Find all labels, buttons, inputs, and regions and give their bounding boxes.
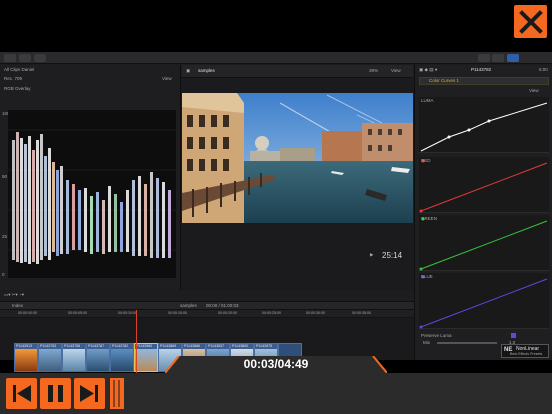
scope-clip-label: All Clips Daniel [4,67,35,72]
blue-curve-box[interactable]: BLUE [419,273,549,329]
ruler-tick-7: 00:00:35:00 [352,311,371,315]
scope-rec-label: Rec. 709 [4,76,23,81]
index-button[interactable]: Index [12,303,23,309]
timeline-header: Index samples 00:00 / 01:00:03 [0,301,414,310]
green-curve-box[interactable]: GREEN [419,215,549,271]
scope-scale-0: 0 [2,272,5,277]
import-button[interactable] [4,54,16,62]
red-curve [419,159,548,213]
color-inspector-panel: ▣ ◆ ▤ ● P1143782 5:00 Color Curves 1 Vie… [414,65,552,360]
skip-back-icon [13,385,31,402]
blue-curve [419,275,548,329]
inspector-view-menu[interactable]: View [529,88,539,94]
skip-back-button[interactable] [6,378,37,409]
playback-timecode: 00:03/04:49 [243,357,309,371]
ruler-tick-0: 00:00:00:00 [18,311,37,315]
ruler-tick-3: 00:00:15:00 [168,311,187,315]
timeline-ruler[interactable]: 00:00:00:00 00:00:05:00 00:00:10:00 00:0… [0,310,414,318]
ruler-tick-4: 00:00:20:00 [218,311,237,315]
waveform-display [8,110,176,278]
viewer-video-frame[interactable] [182,93,413,223]
red-curve-box[interactable]: RED [419,157,549,213]
nonlinear-badge: NonLinear Best Effects Presets NE [501,344,549,358]
preserve-luma-checkbox[interactable] [511,333,516,338]
blue-label: BLUE [421,274,433,279]
timeline-sequence-name: samples [180,303,197,308]
timeline-clip[interactable]: P1143913 [14,343,38,372]
luma-curve-box[interactable]: LUMA [419,97,549,153]
badge-logo-icon: NE [504,347,513,353]
timeline-tools-icons[interactable]: ▭▾ ✂▾ ◔▾ [4,292,24,298]
ruler-tick-5: 00:00:25:00 [262,311,281,315]
scope-scale-50: 50 [2,174,8,179]
ruler-tick-2: 00:00:10:00 [118,311,137,315]
keyword-button[interactable] [19,54,31,62]
share-button[interactable] [34,54,46,62]
inspector-toggle-button[interactable] [507,54,519,62]
timeline-clip[interactable]: P1143782 [110,343,134,372]
effect-name: Color Curves 1 [429,78,460,83]
timeline-position: 00:00 / 01:00:03 [206,303,239,308]
venice-canal-image [182,93,413,223]
ruler-tick-1: 00:00:05:00 [68,311,87,315]
pause-button[interactable] [40,378,71,409]
viewer-header: ▣ samples 39% View [182,65,413,78]
skip-forward-button[interactable] [74,378,105,409]
timeline-track-area[interactable]: P1143913 P1143753 P1143758 P1143787 P114… [0,318,414,372]
inspector-clip-id: P1143782 [471,67,492,72]
editor-toolbar [0,52,552,64]
red-label: RED [421,158,431,163]
audio-button[interactable] [492,54,504,62]
layout-button[interactable] [478,54,490,62]
ruler-tick-6: 00:00:30:00 [306,311,325,315]
progress-track[interactable] [124,378,546,409]
screen: All Clips Daniel Rec. 709 View RGB Overl… [0,0,552,414]
play-icon[interactable]: ▶ [370,252,373,258]
skip-forward-icon [80,385,98,402]
progress-bar-handle[interactable] [110,378,124,409]
inspector-tab-icons[interactable]: ▣ ◆ ▤ ● [419,67,437,73]
video-scope-panel: All Clips Daniel Rec. 709 View RGB Overl… [0,65,181,290]
viewer-icon-label: ▣ [186,68,191,73]
pause-icon [48,385,63,402]
player-controls [0,373,552,414]
effect-selector[interactable]: Color Curves 1 [419,77,549,85]
green-label: GREEN [421,216,438,221]
viewer-view-menu[interactable]: View [391,68,401,74]
viewer-timecode: 25:14 [382,251,403,260]
badge-subtitle: Best Effects Presets [510,352,543,356]
viewer-zoom[interactable]: 39% [369,68,378,74]
timeline-clip[interactable]: P1143758 [62,343,86,372]
close-button[interactable] [514,5,547,38]
mix-slider[interactable] [437,342,497,344]
timeline-clip[interactable]: P1143787 [86,343,110,372]
luma-label: LUMA [421,98,434,103]
inspector-time: 5:00 [539,67,548,72]
scope-overlay-label: RGB Overlay [4,86,31,91]
waveform-graphic [8,129,176,264]
viewer-panel: ▣ samples 39% View 25:14 ▶ [182,65,413,290]
scope-view-menu[interactable]: View [162,76,172,82]
mix-label: Mix [423,340,430,345]
luma-curve [420,102,548,152]
timeline-tools-bar: ▭▾ ✂▾ ◔▾ [0,290,414,301]
close-icon [518,9,543,34]
green-curve [419,217,548,271]
preserve-luma-label: Preserve Luma [421,333,452,338]
timeline-clip-selected[interactable]: P1143960 [134,343,158,372]
viewer-clip-name: samples [198,68,215,73]
editor-window: All Clips Daniel Rec. 709 View RGB Overl… [0,52,552,414]
scope-scale-25: 25 [2,234,8,239]
timeline-clip[interactable]: P1143753 [38,343,62,372]
